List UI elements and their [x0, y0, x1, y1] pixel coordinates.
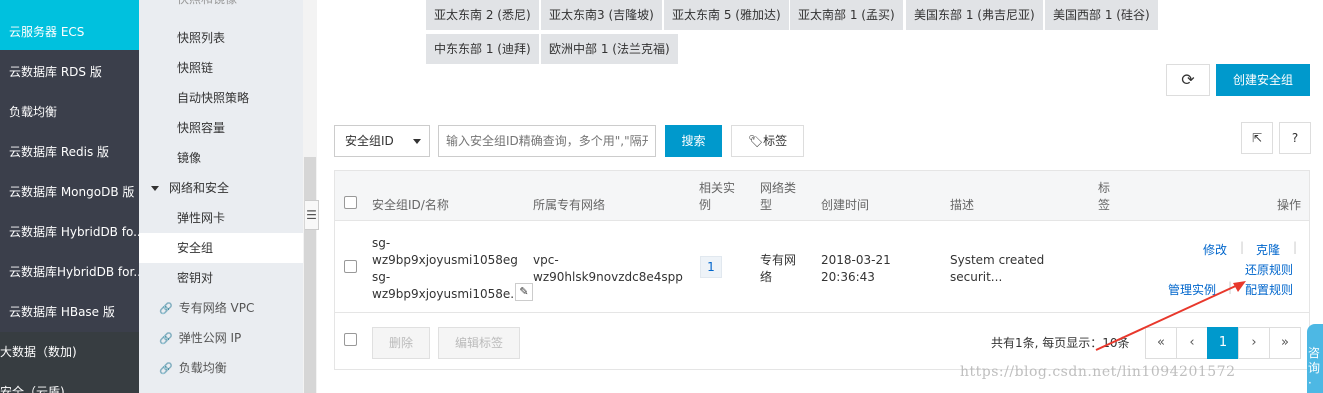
configure-rules-link[interactable]: 配置规则 — [1245, 281, 1293, 298]
sidebar-item-hybriddb-2[interactable]: 云数据库HybridDB for... — [0, 252, 139, 292]
create-security-group-button[interactable]: 创建安全组 — [1216, 64, 1310, 96]
select-all-checkbox[interactable] — [344, 196, 357, 209]
region-tag[interactable]: 美国西部 1 (硅谷) — [1045, 0, 1158, 30]
export-button[interactable]: ⇱ — [1241, 122, 1273, 154]
net-type-line-1: 专有网 — [760, 253, 797, 267]
link-icon: 🔗 — [159, 332, 173, 345]
region-tag[interactable]: 亚太东南3 (吉隆坡) — [541, 0, 662, 30]
sidebar-item-bigdata[interactable]: 大数据（数加) — [0, 332, 139, 372]
row-checkbox[interactable] — [344, 260, 357, 273]
region-tag[interactable]: 亚太东南 5 (雅加达) — [664, 0, 789, 30]
divider: | — [1240, 240, 1245, 254]
header-tag-2: 签 — [1098, 198, 1111, 212]
watermark: https://blog.csdn.net/lin1094201572 — [960, 364, 1236, 380]
region-tag[interactable]: 亚太东南 2 (悉尼) — [426, 0, 539, 30]
sub-link-eip[interactable]: 🔗 弹性公网 IP — [139, 323, 303, 353]
sidebar-item-hbase[interactable]: 云数据库 HBase 版 — [0, 292, 139, 332]
created-date: 2018-03-21 — [821, 253, 891, 267]
delete-button[interactable]: 删除 — [372, 327, 430, 359]
header-id-name: 安全组ID/名称 — [372, 198, 449, 212]
search-input[interactable] — [438, 125, 656, 157]
sg-id-line-1: sg- — [372, 236, 391, 250]
header-net-type-1: 网络类 — [760, 181, 797, 195]
sidebar-item-ecs[interactable]: 云服务器 ECS — [0, 0, 139, 50]
refresh-button[interactable]: ⟳ — [1166, 64, 1210, 96]
chevron-down-icon — [413, 139, 421, 144]
divider: | — [1293, 240, 1298, 254]
region-tag[interactable]: 亚太南部 1 (孟买) — [790, 0, 903, 30]
header-net-type-2: 型 — [760, 198, 773, 212]
table-header: 安全组ID/名称 所属专有网络 相关实 例 网络类 型 创建时间 描述 标 签 … — [335, 171, 1309, 221]
sub-item-snapshot-list[interactable]: 快照列表 — [139, 23, 303, 53]
sg-name-line-1: sg- — [372, 270, 391, 284]
consult-button[interactable]: 咨询· — [1307, 324, 1323, 393]
sub-group-network-security[interactable]: 网络和安全 — [139, 173, 303, 203]
link-icon: 🔗 — [159, 362, 173, 375]
sg-id-link[interactable]: wz9bp9xjoyusmi1058eg — [372, 252, 518, 269]
created-time: 20:36:43 — [821, 270, 875, 284]
header-created: 创建时间 — [821, 198, 870, 212]
footer-select-all-checkbox[interactable] — [344, 333, 357, 346]
header-instances-2: 例 — [699, 198, 712, 212]
sub-nav-scrollbar-thumb[interactable] — [304, 157, 316, 393]
last-page-button[interactable]: » — [1269, 327, 1301, 359]
sub-link-slb[interactable]: 🔗 负载均衡 — [139, 353, 303, 383]
sub-item-security-group[interactable]: 安全组 — [139, 233, 303, 263]
header-instances-1: 相关实 — [699, 181, 736, 195]
sub-item-auto-snapshot[interactable]: 自动快照策略 — [139, 83, 303, 113]
edit-tags-button[interactable]: 编辑标签 — [438, 327, 520, 359]
instance-count-badge[interactable]: 1 — [700, 256, 722, 278]
sidebar-item-slb[interactable]: 负载均衡 — [0, 92, 139, 132]
sg-name: wz9bp9xjoyusmi1058e... — [372, 287, 522, 301]
pencil-icon: ✎ — [519, 285, 529, 298]
tag-icon: 🏷 — [747, 134, 764, 148]
refresh-icon: ⟳ — [1181, 70, 1195, 89]
sub-item-snapshot-chain[interactable]: 快照链 — [139, 53, 303, 83]
description-line-1: System created — [950, 253, 1045, 267]
restore-rules-link[interactable]: 还原规则 — [1245, 261, 1293, 278]
search-button[interactable]: 搜索 — [665, 125, 722, 157]
modify-link[interactable]: 修改 — [1203, 241, 1227, 258]
sidebar-item-security[interactable]: 安全（云盾) — [0, 372, 139, 393]
sub-item-image[interactable]: 镜像 — [139, 143, 303, 173]
net-type-line-2: 络 — [760, 270, 773, 284]
header-tag-1: 标 — [1098, 181, 1111, 195]
header-desc: 描述 — [950, 198, 975, 212]
vpc-id-line-1: vpc- — [533, 253, 559, 267]
region-tag[interactable]: 欧洲中部 1 (法兰克福) — [541, 34, 678, 64]
sidebar-item-mongodb[interactable]: 云数据库 MongoDB 版 — [0, 172, 139, 212]
link-icon: 🔗 — [159, 302, 173, 315]
help-button[interactable]: ? — [1279, 122, 1311, 154]
export-icon: ⇱ — [1251, 131, 1263, 145]
ecs-sub-nav: 快照和镜像 快照列表 快照链 自动快照策略 快照容量 镜像 网络和安全 弹性网卡… — [139, 0, 303, 393]
collapse-nav-icon[interactable]: ☰ — [305, 200, 319, 230]
vpc-id[interactable]: wz90hlsk9novzdc8e4spp — [533, 269, 683, 286]
region-tag[interactable]: 美国东部 1 (弗吉尼亚) — [906, 0, 1043, 30]
sub-item-snapshot-image[interactable]: 快照和镜像 — [139, 0, 303, 14]
sidebar-item-rds[interactable]: 云数据库 RDS 版 — [0, 52, 139, 92]
region-tag[interactable]: 中东东部 1 (迪拜) — [426, 34, 539, 64]
sub-item-keypair[interactable]: 密钥对 — [139, 263, 303, 293]
tag-filter-button[interactable]: 🏷标签 — [731, 125, 804, 157]
clone-link[interactable]: 克隆 — [1256, 241, 1280, 258]
sidebar-item-hybriddb-1[interactable]: 云数据库 HybridDB fo... — [0, 212, 139, 252]
search-field-select[interactable]: 安全组ID — [334, 125, 430, 157]
sub-item-snapshot-capacity[interactable]: 快照容量 — [139, 113, 303, 143]
annotation-arrow — [1095, 281, 1246, 351]
sub-link-vpc[interactable]: 🔗 专有网络 VPC — [139, 293, 303, 323]
caret-down-icon — [151, 186, 159, 191]
sub-item-eni[interactable]: 弹性网卡 — [139, 203, 303, 233]
header-ops: 操作 — [1277, 198, 1302, 212]
description-line-2: securit... — [950, 270, 1003, 284]
sidebar-item-redis[interactable]: 云数据库 Redis 版 — [0, 132, 139, 172]
header-vpc: 所属专有网络 — [533, 198, 606, 212]
edit-name-button[interactable]: ✎ — [515, 283, 533, 301]
product-sidebar: 云服务器 ECS 云数据库 RDS 版 负载均衡 云数据库 Redis 版 云数… — [0, 0, 139, 393]
